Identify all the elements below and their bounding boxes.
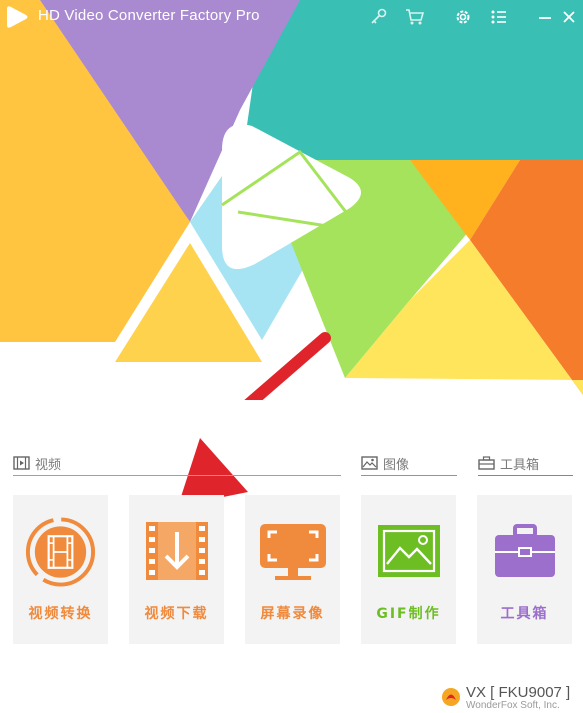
tile-label: 工具箱 <box>500 606 549 622</box>
gif-image-icon <box>371 517 446 587</box>
download-film-icon <box>139 517 214 587</box>
wonderfox-logo-icon <box>442 688 460 706</box>
section-video-header: 视频 <box>13 452 341 476</box>
tile-label: 视频下载 <box>144 606 209 622</box>
close-icon[interactable] <box>557 5 581 29</box>
title-bar: HD Video Converter Factory Pro <box>0 0 583 34</box>
watermark: VX [ FKU9007 ] WonderFox Soft, Inc. <box>440 684 570 712</box>
menu-icon[interactable] <box>487 5 511 29</box>
watermark-company: WonderFox Soft, Inc. <box>466 700 560 711</box>
film-strip-icon <box>13 455 30 474</box>
tile-video-download[interactable]: 视频下载 <box>129 495 224 644</box>
section-tools-label: 工具箱 <box>500 458 540 473</box>
section-image-divider <box>361 475 457 476</box>
section-image-header: 图像 <box>361 452 457 476</box>
section-image-label: 图像 <box>383 458 410 473</box>
tile-label: 屏幕录像 <box>260 606 325 622</box>
section-tools-divider <box>478 475 573 476</box>
key-icon[interactable] <box>367 5 391 29</box>
tile-label: GIF制作 <box>376 606 441 622</box>
minimize-icon[interactable] <box>533 5 557 29</box>
tile-screen-record[interactable]: 屏幕录像 <box>245 495 340 644</box>
app-title: HD Video Converter Factory Pro <box>38 7 260 24</box>
gear-icon[interactable] <box>451 5 475 29</box>
tile-video-convert[interactable]: 视频转换 <box>13 495 108 644</box>
tile-label: 视频转换 <box>28 606 93 622</box>
toolbox-icon <box>487 517 562 587</box>
watermark-text: VX [ FKU9007 ] <box>466 684 571 701</box>
hero-background <box>0 0 583 400</box>
cart-icon[interactable] <box>403 5 427 29</box>
screen-record-icon <box>255 517 330 587</box>
image-icon <box>361 455 378 474</box>
tile-toolbox[interactable]: 工具箱 <box>477 495 572 644</box>
app-logo-icon <box>4 5 30 33</box>
section-tools-header: 工具箱 <box>478 452 573 476</box>
section-video-divider <box>13 475 341 476</box>
section-video-label: 视频 <box>35 458 62 473</box>
convert-film-icon <box>23 517 98 587</box>
tile-gif-maker[interactable]: GIF制作 <box>361 495 456 644</box>
toolbox-icon <box>478 455 495 474</box>
